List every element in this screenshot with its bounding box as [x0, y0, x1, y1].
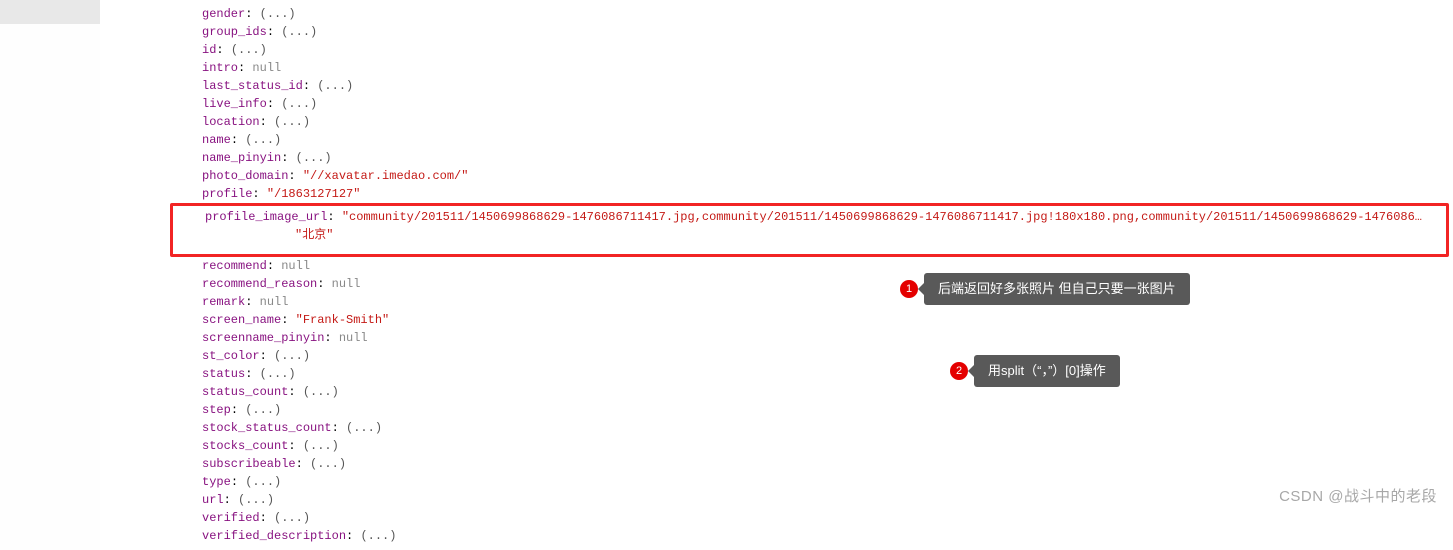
prop-id[interactable]: id: (...): [100, 41, 1453, 59]
watermark-text: CSDN @战斗中的老段: [1279, 486, 1437, 509]
prop-location[interactable]: location: (...): [100, 113, 1453, 131]
prop-gender[interactable]: gender: (...): [100, 5, 1453, 23]
annotation-1: 1 后端返回好多张照片 但自己只要一张图片: [900, 273, 1190, 305]
annotation-tooltip-2: 用split（“，”）[0]操作: [974, 355, 1120, 387]
prop-status[interactable]: status: (...): [100, 365, 1453, 383]
prop-recommend-reason[interactable]: recommend_reason: null: [100, 275, 1453, 293]
annotation-badge-2: 2: [950, 362, 968, 380]
prop-group-ids[interactable]: group_ids: (...): [100, 23, 1453, 41]
prop-type[interactable]: type: (...): [100, 473, 1453, 491]
prop-remark[interactable]: remark: null: [100, 293, 1453, 311]
prop-recommend[interactable]: recommend: null: [100, 257, 1453, 275]
prop-screen-name[interactable]: screen_name: "Frank-Smith": [100, 311, 1453, 329]
prop-profile-image-url[interactable]: profile_image_url: "community/201511/145…: [205, 208, 1446, 226]
prop-stock-status-count[interactable]: stock_status_count: (...): [100, 419, 1453, 437]
prop-status-count[interactable]: status_count: (...): [100, 383, 1453, 401]
prop-profile[interactable]: profile: "/1863127127": [100, 185, 1453, 203]
prop-last-status-id[interactable]: last_status_id: (...): [100, 77, 1453, 95]
prop-step[interactable]: step: (...): [100, 401, 1453, 419]
prop-url[interactable]: url: (...): [100, 491, 1453, 509]
sidebar-panel: [0, 0, 100, 24]
prop-subscribeable[interactable]: subscribeable: (...): [100, 455, 1453, 473]
prop-stocks-count[interactable]: stocks_count: (...): [100, 437, 1453, 455]
annotation-badge-1: 1: [900, 280, 918, 298]
prop-live-info[interactable]: live_info: (...): [100, 95, 1453, 113]
prop-screenname-pinyin[interactable]: screenname_pinyin: null: [100, 329, 1453, 347]
annotation-tooltip-1: 后端返回好多张照片 但自己只要一张图片: [924, 273, 1190, 305]
prop-name-pinyin[interactable]: name_pinyin: (...): [100, 149, 1453, 167]
prop-intro[interactable]: intro: null: [100, 59, 1453, 77]
prop-verified[interactable]: verified: (...): [100, 509, 1453, 527]
prop-name[interactable]: name: (...): [100, 131, 1453, 149]
highlighted-property-box: profile_image_url: "community/201511/145…: [170, 203, 1449, 257]
prop-photo-domain[interactable]: photo_domain: "//xavatar.imedao.com/": [100, 167, 1453, 185]
prop-extra-string[interactable]: "北京": [205, 226, 1446, 244]
code-tree[interactable]: gender: (...) group_ids: (...) id: (...)…: [100, 0, 1453, 550]
prop-st-color[interactable]: st_color: (...): [100, 347, 1453, 365]
prop-verified-description[interactable]: verified_description: (...): [100, 527, 1453, 545]
annotation-2: 2 用split（“，”）[0]操作: [950, 355, 1120, 387]
